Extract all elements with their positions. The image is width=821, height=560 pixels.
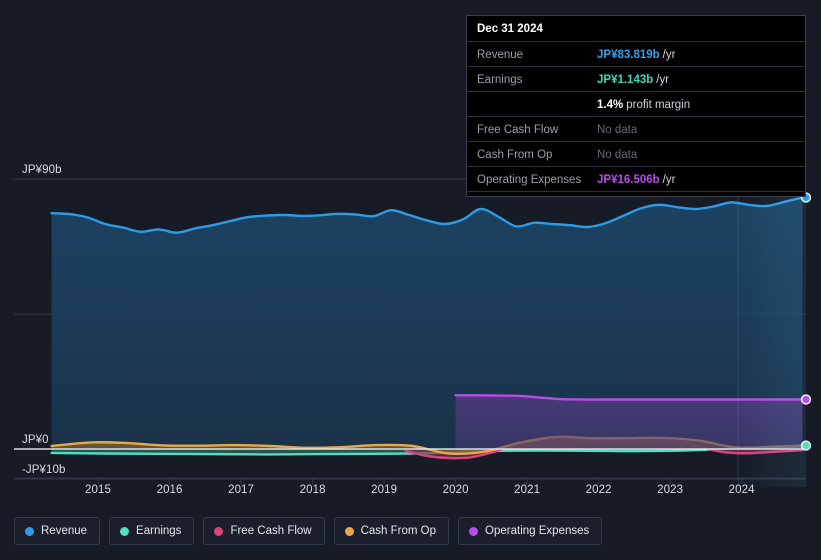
legend-item-label: Free Cash Flow — [230, 525, 312, 537]
x-axis-label: 2015 — [85, 484, 112, 496]
tooltip-row-key: Earnings — [477, 74, 523, 86]
tooltip-row: Cash From Op No data — [467, 141, 805, 166]
legend-item-cash-from-op[interactable]: Cash From Op — [333, 517, 450, 545]
legend-color-dot — [120, 526, 130, 536]
chart-legend[interactable]: Revenue Earnings Free Cash Flow Cash From O… — [14, 517, 603, 545]
tooltip-rows: Revenue JP¥83.819b/yr Earnings JP¥1.143b/yr… — [467, 41, 805, 191]
tooltip-row-value: JP¥1.143b — [597, 74, 654, 86]
x-axis-label: 2021 — [514, 484, 541, 496]
legend-item-label: Revenue — [41, 525, 88, 537]
data-tooltip: Dec 31 2024 Revenue JP¥83.819b/yr Earnings… — [466, 15, 806, 197]
tooltip-row-value: No data — [597, 149, 638, 161]
tooltip-row: Free Cash Flow No data — [467, 116, 805, 141]
tooltip-row: Earnings JP¥1.143b/yr — [467, 66, 805, 91]
tooltip-row-key: Revenue — [477, 49, 524, 61]
tooltip-date: Dec 31 2024 — [477, 23, 543, 35]
tooltip-row-unit: /yr — [662, 49, 676, 61]
y-axis-label: JP¥0 — [22, 434, 49, 446]
x-axis-label: 2022 — [585, 484, 612, 496]
legend-item-earnings[interactable]: Earnings — [109, 517, 195, 545]
tooltip-row-key: Cash From Op — [477, 149, 553, 161]
tooltip-row: Operating Expenses JP¥16.506b/yr — [467, 166, 805, 191]
x-axis-label: 2020 — [442, 484, 469, 496]
legend-item-revenue[interactable]: Revenue — [14, 517, 101, 545]
legend-item-label: Operating Expenses — [485, 525, 590, 537]
legend-item-label: Earnings — [136, 525, 182, 537]
tooltip-footer-rule — [467, 191, 805, 196]
financial-chart-widget: JP¥90b JP¥0 -JP¥10b 2015 2016 2017 2018 2019 202… — [0, 0, 821, 560]
x-axis-label: 2018 — [299, 484, 326, 496]
legend-color-dot — [469, 526, 479, 536]
x-axis-label: 2016 — [156, 484, 183, 496]
tooltip-row-unit: /yr — [656, 74, 670, 86]
tooltip-row-unit: /yr — [662, 174, 676, 186]
x-axis-label: 2024 — [728, 484, 755, 496]
legend-color-dot — [214, 526, 224, 536]
tooltip-row: 1.4% profit margin — [467, 91, 805, 116]
legend-item-label: Cash From Op — [360, 525, 437, 537]
legend-item-operating-expenses[interactable]: Operating Expenses — [458, 517, 603, 545]
tooltip-row-value: 1.4% — [597, 99, 624, 111]
tooltip-row: Revenue JP¥83.819b/yr — [467, 41, 805, 66]
tooltip-row-value: JP¥16.506b — [597, 174, 660, 186]
tooltip-row-value: JP¥83.819b — [597, 49, 660, 61]
tooltip-row-value: No data — [597, 124, 638, 136]
legend-color-dot — [25, 526, 34, 536]
legend-color-dot — [344, 526, 354, 536]
tooltip-row-key: Free Cash Flow — [477, 124, 559, 136]
tooltip-row-unit: profit margin — [626, 99, 691, 111]
x-axis-label: 2019 — [371, 484, 398, 496]
y-axis-label: JP¥90b — [22, 164, 62, 176]
tooltip-row-key: Operating Expenses — [477, 174, 582, 186]
legend-item-free-cash-flow[interactable]: Free Cash Flow — [203, 517, 325, 545]
x-axis-label: 2023 — [657, 484, 684, 496]
x-axis-label: 2017 — [228, 484, 255, 496]
y-axis-label: -JP¥10b — [22, 464, 66, 476]
